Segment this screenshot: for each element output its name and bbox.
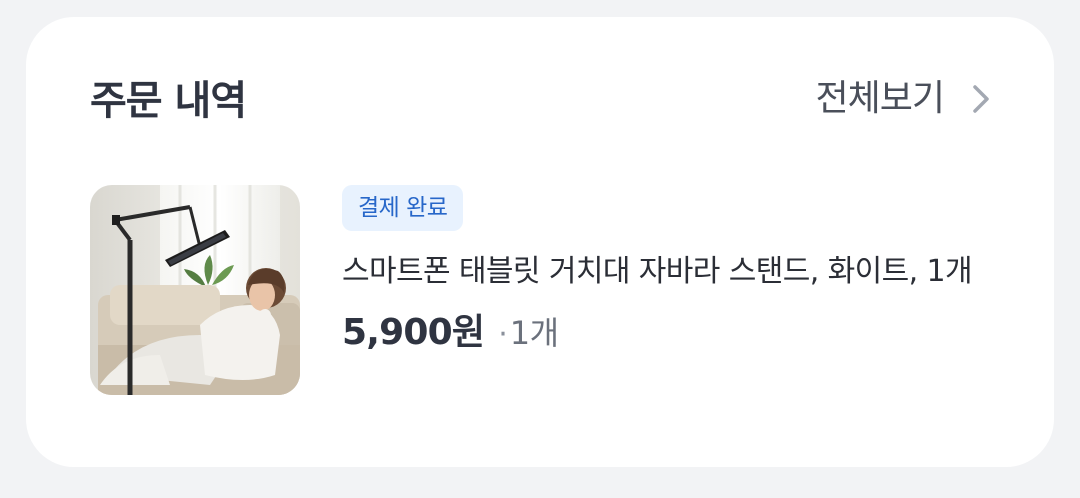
order-info: 결제 완료 스마트폰 태블릿 거치대 자바라 스탠드, 화이트, 1개 5,90… <box>342 185 1002 359</box>
view-all-button[interactable]: 전체보기 <box>816 73 992 125</box>
separator-dot: · <box>498 317 508 352</box>
product-thumbnail[interactable] <box>90 185 300 395</box>
product-photo-image <box>90 185 300 395</box>
section-title: 주문 내역 <box>90 78 247 124</box>
view-all-label: 전체보기 <box>815 78 945 119</box>
status-badge: 결제 완료 <box>342 185 464 231</box>
product-name[interactable]: 스마트폰 태블릿 거치대 자바라 스탠드, 화이트, 1개 <box>342 247 992 297</box>
order-history-card: 주문 내역 전체보기 결제 완료 스마트폰 태블릿 거치대 자바라 스탠드, 화… <box>26 17 1054 467</box>
chevron-right-icon <box>970 83 992 115</box>
price-row: 5,900원 · 1개 <box>342 303 1002 359</box>
product-price: 5,900원 <box>342 312 485 353</box>
product-quantity: 1개 <box>509 314 559 352</box>
